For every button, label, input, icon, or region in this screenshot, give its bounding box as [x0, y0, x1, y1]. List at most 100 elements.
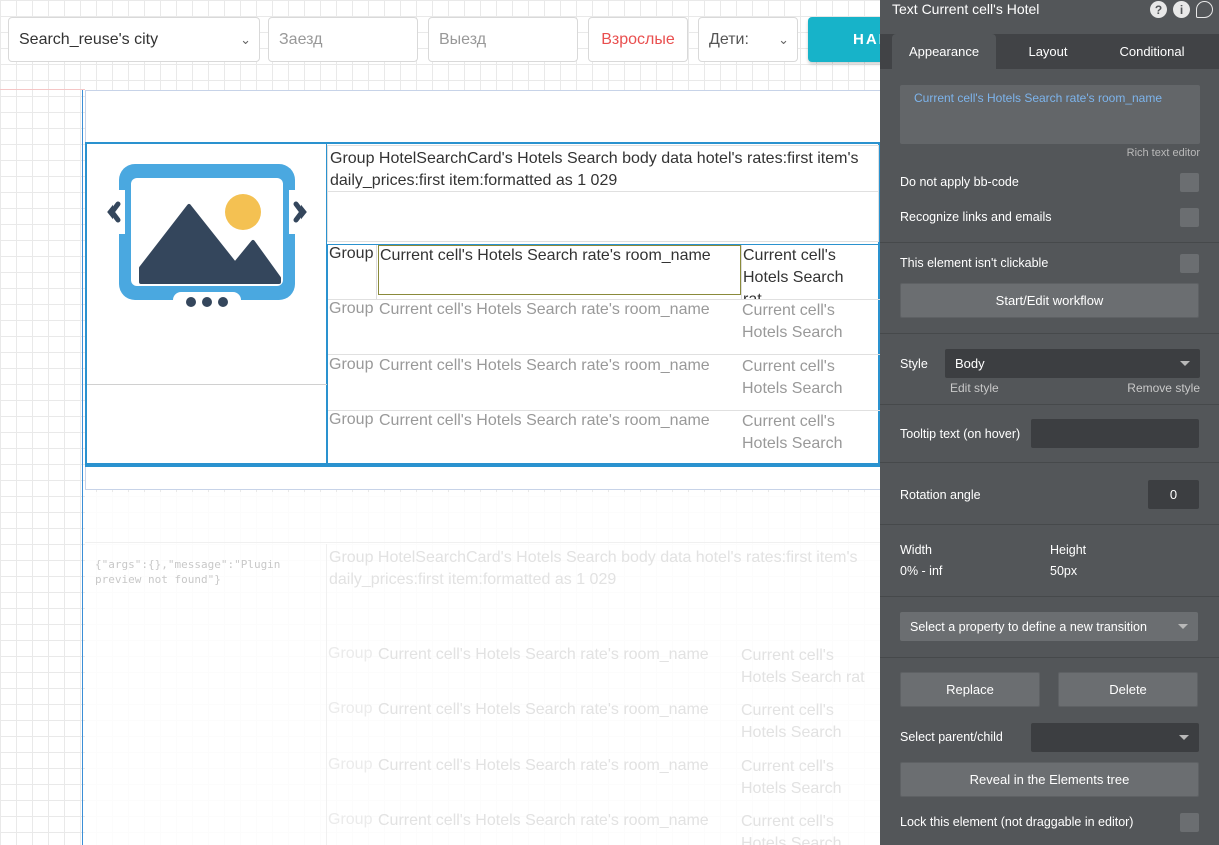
edit-style-link[interactable]: Edit style	[950, 381, 999, 395]
chevron-down-icon	[1178, 624, 1188, 629]
checkout-placeholder: Выезд	[439, 30, 487, 48]
ghost-rate-price-text: Group HotelSearchCard's Hotels Search bo…	[329, 549, 858, 588]
tooltip-label: Tooltip text (on hover)	[900, 427, 1021, 441]
rate-price-label: Group HotelSearchCard's Hotels Search bo…	[330, 150, 859, 189]
lock-element-label: Lock this element (not draggable in edit…	[900, 815, 1134, 829]
selection-guide	[82, 90, 83, 845]
divider	[880, 596, 1219, 597]
cell-divider	[87, 384, 327, 385]
recognize-links-checkbox[interactable]	[1180, 208, 1199, 227]
replace-button[interactable]: Replace	[900, 672, 1040, 707]
guide-line	[0, 89, 85, 90]
group-hotel-id-text[interactable]: Group HotelID Hotel's	[329, 411, 377, 465]
hotel-name-text[interactable]: Current cell's Hotels Search rat...	[741, 245, 880, 299]
table-row[interactable]: Group HotelID Hotel's Current cell's Hot…	[328, 411, 880, 466]
plugin-preview-message: {"args":{},"message":"Plugin preview not…	[95, 558, 281, 586]
ghost-hotel-text: Current cell's Hotels Search rat	[741, 647, 865, 686]
remove-style-link[interactable]: Remove style	[1127, 381, 1200, 395]
ghost-row: Group HotelID Hotel's Current cell's Hot…	[327, 700, 879, 755]
table-row[interactable]: Group HotelID Hotel's Current cell's Hot…	[328, 356, 880, 411]
chevron-down-icon: ⌄	[240, 32, 251, 47]
children-label: Дети:	[709, 30, 749, 48]
ghost-group-text: Group HotelID Hotel's	[328, 700, 376, 717]
reveal-elements-tree-button[interactable]: Reveal in the Elements tree	[900, 762, 1199, 797]
room-name-text[interactable]: Current cell's Hotels Search rate's room…	[378, 411, 741, 461]
divider	[880, 524, 1219, 525]
table-row[interactable]: Group HotelID Hotel's Current cell's Hot…	[328, 300, 880, 355]
tooltip-input[interactable]	[1031, 419, 1199, 448]
panel-title: Text Current cell's Hotel	[892, 1, 1040, 17]
divider	[880, 657, 1219, 658]
rich-text-editor-label: Rich text editor	[1126, 147, 1200, 159]
bbcode-checkbox[interactable]	[1180, 173, 1199, 192]
checkin-input[interactable]: Заезд	[268, 17, 418, 62]
select-parent-label: Select parent/child	[900, 730, 1003, 744]
lock-element-checkbox[interactable]	[1180, 813, 1199, 832]
not-clickable-checkbox[interactable]	[1180, 254, 1199, 273]
city-select-value: Search_reuse's city	[19, 30, 159, 48]
ghost-hotel-text: Current cell's Hotels Search	[741, 758, 842, 797]
hotel-image-cell[interactable]	[87, 144, 327, 465]
divider	[880, 404, 1219, 405]
transition-select[interactable]: Select a property to define a new transi…	[900, 612, 1198, 641]
checkout-input[interactable]: Выезд	[428, 17, 578, 62]
rotation-input[interactable]: 0	[1148, 480, 1199, 509]
table-row[interactable]: Group HotelID Hotel's Current cell's Hot…	[328, 245, 880, 300]
chevron-down-icon: ⌄	[778, 32, 789, 47]
rich-text-value: Current cell's Hotels Search rate's room…	[914, 91, 1163, 105]
ghost-group-text: Group HotelID Hotel's	[328, 645, 376, 662]
adults-button[interactable]: Взрослые	[588, 17, 688, 62]
start-edit-workflow-button[interactable]: Start/Edit workflow	[900, 283, 1199, 318]
rich-text-editor[interactable]: Current cell's Hotels Search rate's room…	[900, 85, 1200, 144]
style-select-value: Body	[955, 356, 985, 371]
ghost-room-text: Current cell's Hotels Search rate's room…	[378, 646, 709, 663]
ghost-hotel-text: Current cell's Hotels Search	[741, 702, 842, 741]
rates-repeating-group[interactable]: Group HotelID Hotel's Current cell's Hot…	[327, 244, 880, 466]
city-select[interactable]: Search_reuse's city ⌄	[8, 17, 260, 62]
room-name-text[interactable]: Current cell's Hotels Search rate's room…	[378, 300, 741, 350]
chevron-down-icon	[1179, 735, 1189, 740]
select-parent-dropdown[interactable]	[1031, 723, 1199, 752]
room-name-text[interactable]: Current cell's Hotels Search rate's room…	[378, 245, 741, 295]
hotel-name-text[interactable]: Current cell's Hotels Search	[741, 300, 880, 354]
ghost-room-text: Current cell's Hotels Search rate's room…	[378, 757, 709, 774]
room-name-text[interactable]: Current cell's Hotels Search rate's room…	[378, 356, 741, 406]
group-hotel-id-text[interactable]: Group HotelID Hotel's	[329, 356, 377, 410]
bbcode-label: Do not apply bb-code	[900, 175, 1019, 189]
property-editor-panel: Text Current cell's Hotel ? i Appearance…	[880, 0, 1219, 845]
tab-appearance[interactable]: Appearance	[892, 34, 996, 69]
delete-button[interactable]: Delete	[1058, 672, 1198, 707]
checkin-placeholder: Заезд	[279, 30, 323, 48]
divider	[880, 333, 1219, 334]
group-hotel-id-text[interactable]: Group HotelID Hotel's	[329, 300, 377, 354]
ghost-room-text: Current cell's Hotels Search rate's room…	[378, 701, 709, 718]
ghost-group-text: Group HotelID Hotel's	[328, 756, 376, 773]
image-placeholder-icon	[107, 164, 307, 312]
tab-conditional[interactable]: Conditional	[1104, 34, 1200, 69]
style-select[interactable]: Body	[945, 349, 1200, 378]
rate-price-text[interactable]: Group HotelSearchCard's Hotels Search bo…	[327, 145, 879, 242]
ghost-row: Group HotelID Hotel's Current cell's Hot…	[327, 756, 879, 811]
width-label: Width	[900, 543, 932, 557]
transition-placeholder: Select a property to define a new transi…	[910, 619, 1147, 634]
comment-icon[interactable]	[1196, 1, 1213, 18]
info-icon[interactable]: i	[1173, 1, 1190, 18]
adults-label: Взрослые	[601, 30, 675, 48]
rotation-value: 0	[1169, 487, 1178, 502]
not-clickable-label: This element isn't clickable	[900, 256, 1049, 270]
hotel-name-text[interactable]: Current cell's Hotels Search	[741, 356, 880, 410]
style-label: Style	[900, 357, 928, 371]
chevron-down-icon	[1180, 361, 1190, 366]
divider	[880, 242, 1219, 243]
tab-layout[interactable]: Layout	[1000, 34, 1096, 69]
recognize-links-label: Recognize links and emails	[900, 210, 1052, 224]
hotel-name-text[interactable]: Current cell's Hotels Search	[741, 411, 880, 465]
rotation-label: Rotation angle	[900, 488, 981, 502]
ghost-room-text: Current cell's Hotels Search rate's room…	[378, 812, 709, 829]
group-hotel-id-text[interactable]: Group HotelID Hotel's	[329, 245, 377, 299]
ghost-group-text: Group HotelID	[328, 811, 376, 828]
children-select[interactable]: Дети: ⌄	[698, 17, 798, 62]
width-value: 0% - inf	[900, 564, 943, 578]
help-icon[interactable]: ?	[1150, 1, 1167, 18]
ghost-row: Group HotelID Hotel's Current cell's Hot…	[327, 645, 879, 700]
